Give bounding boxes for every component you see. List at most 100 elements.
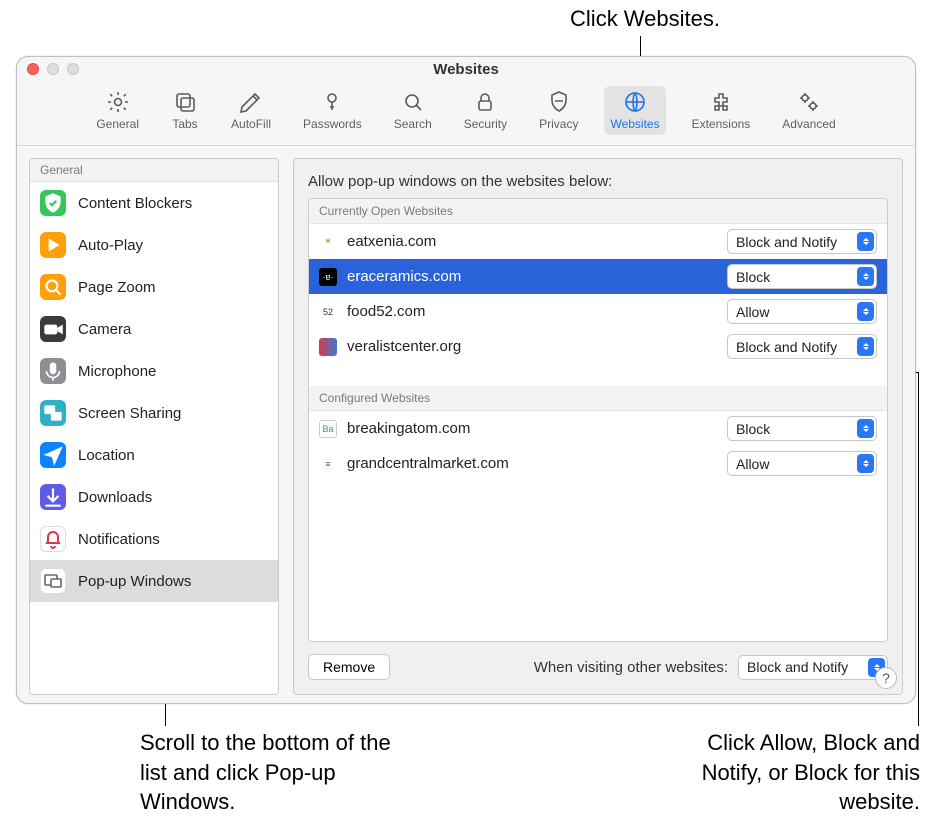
site-name: eatxenia.com (347, 233, 717, 250)
default-select[interactable]: Block and Notify (738, 655, 888, 680)
site-name: grandcentralmarket.com (347, 455, 717, 472)
favicon: ✶ (319, 233, 337, 251)
sidebar-item-label: Pop-up Windows (78, 573, 191, 590)
sidebar-item-label: Auto-Play (78, 237, 143, 254)
site-row[interactable]: ·ɐ·eraceramics.comBlock (309, 259, 887, 294)
site-name: veralistcenter.org (347, 338, 717, 355)
toolbar-item-search[interactable]: Search (388, 86, 438, 135)
screen-icon (40, 400, 66, 426)
websites-icon (621, 90, 649, 114)
site-name: eraceramics.com (347, 268, 717, 285)
sidebar-item-camera[interactable]: Camera (30, 308, 278, 350)
sidebar-item-notifications[interactable]: Notifications (30, 518, 278, 560)
sidebar-item-pop-up-windows[interactable]: Pop-up Windows (30, 560, 278, 602)
toolbar-item-websites[interactable]: Websites (604, 86, 665, 135)
toolbar-label: Advanced (782, 117, 835, 131)
close-icon[interactable] (27, 63, 39, 75)
toolbar-label: Tabs (172, 117, 197, 131)
toolbar-label: Security (464, 117, 507, 131)
minimize-icon[interactable] (47, 63, 59, 75)
main-panel: Allow pop-up windows on the websites bel… (293, 158, 903, 695)
download-icon (40, 484, 66, 510)
site-row[interactable]: 52food52.comAllow (309, 294, 887, 329)
site-setting-value: Block and Notify (736, 339, 837, 355)
sidebar-item-screen-sharing[interactable]: Screen Sharing (30, 392, 278, 434)
chevron-updown-icon (857, 419, 874, 438)
sidebar-item-label: Camera (78, 321, 131, 338)
favicon: 52 (319, 303, 337, 321)
chevron-updown-icon (857, 232, 874, 251)
general-icon (104, 90, 132, 114)
site-row[interactable]: ≡grandcentralmarket.comAllow (309, 446, 887, 481)
toolbar-item-privacy[interactable]: Privacy (533, 86, 584, 135)
chevron-updown-icon (857, 302, 874, 321)
shield-icon (40, 190, 66, 216)
callout-line-br-v (918, 372, 919, 726)
annotation-bottom-left: Scroll to the bottom of the list and cli… (140, 728, 400, 817)
sidebar-item-label: Location (78, 447, 135, 464)
sidebar-item-label: Microphone (78, 363, 156, 380)
help-button[interactable]: ? (875, 667, 897, 689)
toolbar-label: Websites (610, 117, 659, 131)
sidebar-item-microphone[interactable]: Microphone (30, 350, 278, 392)
sidebar-item-auto-play[interactable]: Auto-Play (30, 224, 278, 266)
sidebar-item-location[interactable]: Location (30, 434, 278, 476)
toolbar-label: General (96, 117, 139, 131)
site-setting-select[interactable]: Block (727, 264, 877, 289)
site-row[interactable]: ✶ eatxenia.com Block and Notify (309, 224, 887, 259)
site-name: breakingatom.com (347, 420, 717, 437)
toolbar-item-extensions[interactable]: Extensions (686, 86, 757, 135)
site-row[interactable]: veralistcenter.org Block and Notify (309, 329, 887, 364)
play-icon (40, 232, 66, 258)
security-icon (471, 90, 499, 114)
site-setting-value: Block (736, 269, 770, 285)
toolbar-label: Passwords (303, 117, 362, 131)
search-icon (399, 90, 427, 114)
chevron-updown-icon (857, 267, 874, 286)
site-setting-select[interactable]: Block and Notify (727, 334, 877, 359)
site-setting-value: Allow (736, 456, 769, 472)
extensions-icon (707, 90, 735, 114)
location-icon (40, 442, 66, 468)
annotation-bottom-right: Click Allow, Block and Notify, or Block … (670, 728, 920, 817)
zoom-icon[interactable] (67, 63, 79, 75)
sidebar-header: General (30, 159, 278, 182)
autofill-icon (237, 90, 265, 114)
site-row[interactable]: Babreakingatom.comBlock (309, 411, 887, 446)
site-list[interactable]: Currently Open Websites✶eatxenia.comBloc… (308, 198, 888, 642)
sidebar-item-label: Content Blockers (78, 195, 192, 212)
camera-icon (40, 316, 66, 342)
toolbar-label: Search (394, 117, 432, 131)
sidebar-item-label: Notifications (78, 531, 160, 548)
toolbar-item-advanced[interactable]: Advanced (776, 86, 841, 135)
site-setting-select[interactable]: Block (727, 416, 877, 441)
site-setting-select[interactable]: Allow (727, 451, 877, 476)
remove-button[interactable]: Remove (308, 654, 390, 680)
traffic-lights (27, 63, 79, 75)
list-section-header: Configured Websites (309, 386, 887, 411)
toolbar-label: Privacy (539, 117, 578, 131)
sidebar-item-downloads[interactable]: Downloads (30, 476, 278, 518)
annotation-top: Click Websites. (420, 4, 720, 34)
section-spacer (309, 364, 887, 386)
toolbar-item-autofill[interactable]: AutoFill (225, 86, 277, 135)
default-label: When visiting other websites: (534, 659, 728, 676)
sidebar-item-label: Screen Sharing (78, 405, 181, 422)
toolbar-item-general[interactable]: General (90, 86, 145, 135)
toolbar-item-tabs[interactable]: Tabs (165, 86, 205, 135)
main-title: Allow pop-up windows on the websites bel… (308, 173, 888, 190)
site-setting-select[interactable]: Block and Notify (727, 229, 877, 254)
toolbar-item-security[interactable]: Security (458, 86, 513, 135)
toolbar-label: AutoFill (231, 117, 271, 131)
window-body: General Content Blockers Auto-Play Page Zo… (17, 146, 915, 704)
sidebar[interactable]: General Content Blockers Auto-Play Page Zo… (29, 158, 279, 695)
zoom-icon (40, 274, 66, 300)
sidebar-item-content-blockers[interactable]: Content Blockers (30, 182, 278, 224)
bell-icon (40, 526, 66, 552)
toolbar-item-passwords[interactable]: Passwords (297, 86, 368, 135)
passwords-icon (318, 90, 346, 114)
window-title: Websites (27, 61, 905, 78)
sidebar-item-page-zoom[interactable]: Page Zoom (30, 266, 278, 308)
preferences-window: Websites General Tabs AutoFill Passwords Sea… (16, 56, 916, 704)
site-setting-select[interactable]: Allow (727, 299, 877, 324)
